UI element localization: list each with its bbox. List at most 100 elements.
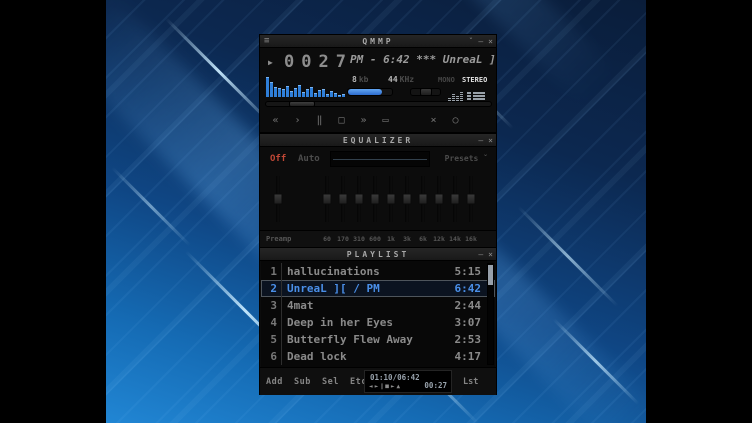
preamp-slider-handle[interactable] <box>274 194 283 205</box>
eq-band-label: 60 <box>319 235 335 243</box>
pause-mini-button[interactable]: ∥ <box>380 384 383 390</box>
seek-handle[interactable] <box>289 101 315 107</box>
playlist-time-display: 01:10/06:42 ◄►∥■►▲ 00:27 <box>364 370 452 393</box>
volume-fill <box>348 89 382 95</box>
minimize-button[interactable]: – <box>478 251 483 259</box>
playlist-row[interactable]: 1hallucinations5:15 <box>261 263 495 280</box>
volume-slider[interactable] <box>347 88 393 96</box>
main-titlebar[interactable]: ≡ QMMP ˇ–× <box>260 35 496 48</box>
playlist-buttons: AddSubSelEtc <box>266 377 378 387</box>
mini-transport: ◄►∥■►▲ <box>369 384 402 390</box>
previous-button[interactable]: « <box>268 116 283 126</box>
eq-band-slider[interactable] <box>321 176 333 222</box>
playlist-row[interactable]: 34mat2:44 <box>261 297 495 314</box>
eq-presets-button[interactable]: Presets ˇ <box>445 154 488 163</box>
playlist-elapsed-time: 00:27 <box>424 381 447 390</box>
eq-band-slider[interactable] <box>353 176 365 222</box>
eq-band-6k <box>415 176 431 222</box>
eq-band-slider-handle[interactable] <box>451 194 460 205</box>
close-button[interactable]: × <box>488 38 493 46</box>
playlist-scrollbar-thumb[interactable] <box>488 265 493 285</box>
playlist-row[interactable]: 2UnreaL ][ / PM6:42 <box>261 280 495 297</box>
eq-band-slider-handle[interactable] <box>387 194 396 205</box>
spectrum-bar <box>342 94 345 97</box>
minimize-button[interactable]: – <box>478 137 483 145</box>
spectrum-bar <box>274 87 277 97</box>
samplerate-value: 44 <box>388 75 398 84</box>
eq-band-label: 14k <box>447 235 463 243</box>
bitrate-value: 8 <box>352 75 357 84</box>
eq-band-slider[interactable] <box>433 176 445 222</box>
eq-curve-display <box>330 151 430 167</box>
eq-band-slider-handle[interactable] <box>467 194 476 205</box>
spectrum-bar <box>326 94 329 97</box>
close-button[interactable]: × <box>488 251 493 259</box>
seek-bar[interactable] <box>265 101 492 107</box>
balance-handle[interactable] <box>420 88 432 96</box>
shade-button[interactable]: ˇ <box>469 38 474 46</box>
eq-band-slider[interactable] <box>401 176 413 222</box>
eq-band-slider[interactable] <box>369 176 381 222</box>
pause-button[interactable]: ‖ <box>312 116 327 126</box>
playlist-row[interactable]: 5Butterfly Flew Away2:53 <box>261 331 495 348</box>
playlist-row[interactable]: 4Deep in her Eyes3:07 <box>261 314 495 331</box>
lst-button[interactable]: Lst <box>463 377 478 387</box>
eq-band-slider-handle[interactable] <box>435 194 444 205</box>
spectrum-bar <box>322 89 325 97</box>
eq-band-slider-handle[interactable] <box>355 194 364 205</box>
eject-mini-button[interactable]: ▲ <box>397 384 401 390</box>
balance-slider[interactable] <box>410 88 441 96</box>
play-mini-button[interactable]: ► <box>375 384 379 390</box>
playlist-titlebar[interactable]: PLAYLIST –× <box>260 248 496 261</box>
main-player-window: ≡ QMMP ˇ–× ▶ 0027 PM - 6:42 *** UnreaL ]… <box>259 34 497 133</box>
eq-band-label: 16k <box>463 235 479 243</box>
eject-button[interactable]: ▭ <box>378 116 393 126</box>
eq-band-slider[interactable] <box>449 176 461 222</box>
preamp-label: Preamp <box>266 235 291 243</box>
eq-band-slider-handle[interactable] <box>371 194 380 205</box>
sel-button[interactable]: Sel <box>322 377 350 387</box>
repeat-button[interactable]: ○ <box>448 116 463 126</box>
main-menu-icon[interactable]: ≡ <box>264 37 269 46</box>
spectrum-bar <box>294 88 297 97</box>
eq-band-slider-handle[interactable] <box>403 194 412 205</box>
eq-band-label: 1k <box>383 235 399 243</box>
track-title: Dead lock <box>282 350 455 363</box>
minimize-button[interactable]: – <box>478 38 483 46</box>
playlist-row[interactable]: 6Dead lock4:17 <box>261 348 495 365</box>
eq-band-slider-handle[interactable] <box>419 194 428 205</box>
spectrum-bar <box>330 91 333 97</box>
shuffle-button[interactable]: × <box>426 116 441 126</box>
main-window-buttons: ˇ–× <box>464 35 493 48</box>
spectrum-analyzer[interactable] <box>266 73 348 97</box>
track-title: 4mat <box>282 299 455 312</box>
track-title: Butterfly Flew Away <box>282 333 455 346</box>
play-button[interactable]: › <box>290 116 305 126</box>
eq-band-slider-handle[interactable] <box>339 194 348 205</box>
eq-band-slider[interactable] <box>465 176 477 222</box>
song-title-ticker[interactable]: PM - 6:42 *** UnreaL ][ / <box>350 53 496 67</box>
next-button[interactable]: » <box>356 116 371 126</box>
stereo-indicator: STEREO <box>462 76 487 84</box>
eq-band-label: 6k <box>415 235 431 243</box>
time-display[interactable]: 0027 <box>284 52 353 72</box>
eq-auto-button[interactable]: Auto <box>298 154 320 164</box>
add-button[interactable]: Add <box>266 377 294 387</box>
next-mini-button[interactable]: ► <box>391 384 395 390</box>
stop-button[interactable]: □ <box>334 116 349 126</box>
sub-button[interactable]: Sub <box>294 377 322 387</box>
eq-band-slider-handle[interactable] <box>323 194 332 205</box>
eq-band-slider[interactable] <box>337 176 349 222</box>
previous-mini-button[interactable]: ◄ <box>369 384 373 390</box>
eq-band-label: 12k <box>431 235 447 243</box>
playlist-scrollbar[interactable] <box>487 263 494 365</box>
playlist-total-time: 01:10/06:42 <box>370 373 420 382</box>
eq-band-slider[interactable] <box>385 176 397 222</box>
close-button[interactable]: × <box>488 137 493 145</box>
eq-off-button[interactable]: Off <box>270 154 286 164</box>
eq-band-12k <box>431 176 447 222</box>
eq-band-slider[interactable] <box>417 176 429 222</box>
stop-mini-button[interactable]: ■ <box>385 384 389 390</box>
equalizer-titlebar[interactable]: EQUALIZER –× <box>260 134 496 147</box>
preamp-slider[interactable] <box>272 176 284 222</box>
